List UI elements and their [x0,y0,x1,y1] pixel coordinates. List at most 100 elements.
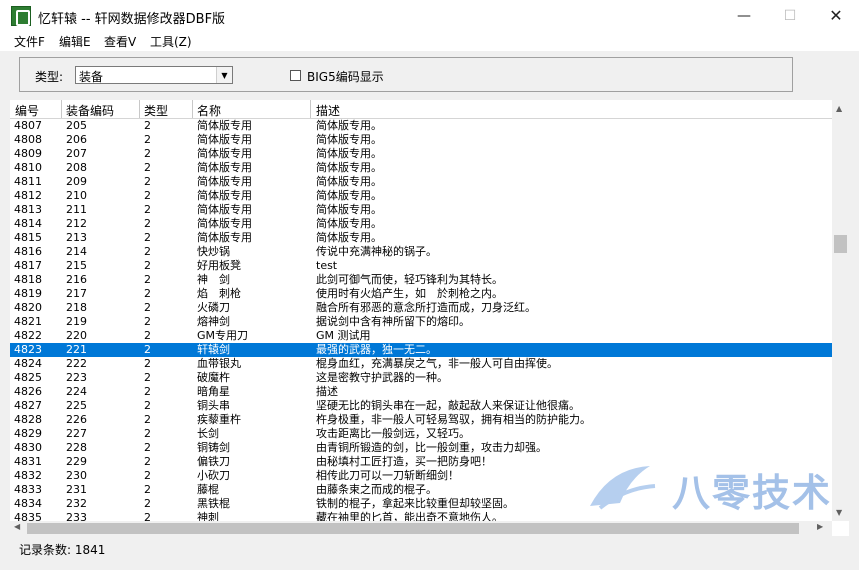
table-row[interactable]: 4815 213 2 简体版专用 简体版专用。 [10,231,832,245]
row-name: 暗角星 [197,385,230,398]
row-equip-code: 229 [66,455,87,468]
table-row[interactable]: 4811 209 2 简体版专用 简体版专用。 [10,175,832,189]
column-header-description[interactable]: 描述 [316,102,340,119]
vertical-scroll-thumb[interactable] [834,235,847,253]
row-equip-code: 214 [66,245,87,258]
column-header-type[interactable]: 类型 [144,102,168,119]
column-divider[interactable] [61,100,62,118]
row-description: test [316,259,338,272]
table-row[interactable]: 4808 206 2 简体版专用 简体版专用。 [10,133,832,147]
table-row[interactable]: 4822 220 2 GM专用刀 GM 测试用 [10,329,832,343]
table-row[interactable]: 4828 226 2 疾藜重杵 杵身极重，非一般人可轻易驾驭，拥有相当的防护能力。 [10,413,832,427]
menu-tools[interactable]: 工具(Z) [150,33,192,50]
row-name: 神 剑 [197,273,230,286]
table-row[interactable]: 4810 208 2 简体版专用 简体版专用。 [10,161,832,175]
minimize-icon: — [737,7,751,24]
row-equip-code: 210 [66,189,87,202]
table-row[interactable]: 4827 225 2 铜头串 坚硬无比的铜头串在一起，敲起敌人来保证让他很痛。 [10,399,832,413]
row-name: 铜铸剑 [197,441,230,454]
row-description: 简体版专用。 [316,133,382,146]
scroll-down-icon[interactable]: ▼ [836,508,842,517]
menu-file[interactable]: 文件F [14,33,45,50]
scroll-up-icon[interactable]: ▲ [836,104,842,113]
record-count-status: 记录条数: 1841 [19,543,106,557]
window-title: 忆轩辕 -- 轩网数据修改器DBF版 [38,12,226,27]
menu-view[interactable]: 查看V [104,33,136,50]
row-description: GM 测试用 [316,329,371,342]
row-equip-code: 208 [66,161,87,174]
row-id: 4819 [14,287,42,300]
type-select[interactable]: 装备 ▼ [75,66,233,84]
column-divider[interactable] [310,100,311,118]
row-id: 4813 [14,203,42,216]
chevron-down-icon[interactable]: ▼ [216,67,232,83]
row-id: 4834 [14,497,42,510]
row-equip-code: 220 [66,329,87,342]
row-equip-code: 231 [66,483,87,496]
row-id: 4820 [14,301,42,314]
menu-bar: 文件F 编辑E 查看V 工具(Z) [0,31,859,51]
menu-edit[interactable]: 编辑E [59,33,91,50]
table-row[interactable]: 4820 218 2 火磷刀 融合所有邪恶的意念所打造而成，刀身泛红。 [10,301,832,315]
maximize-button[interactable]: ☐ [767,0,813,31]
table-row[interactable]: 4826 224 2 暗角星 描述 [10,385,832,399]
scroll-right-icon[interactable]: ▶ [817,522,823,531]
table-row[interactable]: 4824 222 2 血带银丸 棍身血红，充满暴戾之气，非一般人可自由挥使。 [10,357,832,371]
big5-checkbox-label[interactable]: BIG5编码显示 [307,68,384,85]
row-equip-code: 215 [66,259,87,272]
grid-header: 编号 装备编码 类型 名称 描述 [10,100,832,119]
column-header-name[interactable]: 名称 [197,102,221,119]
column-header-id[interactable]: 编号 [15,102,39,119]
row-type: 2 [144,133,151,146]
table-row[interactable]: 4807 205 2 简体版专用 简体版专用。 [10,119,832,133]
close-button[interactable]: ✕ [813,0,859,31]
row-name: 偏铁刀 [197,455,230,468]
table-row[interactable]: 4812 210 2 简体版专用 简体版专用。 [10,189,832,203]
row-equip-code: 227 [66,427,87,440]
row-type: 2 [144,287,151,300]
table-row[interactable]: 4819 217 2 焰 刺枪 使用时有火焰产生，如 於刺枪之内。 [10,287,832,301]
row-name: 火磷刀 [197,301,230,314]
table-row[interactable]: 4823 221 2 轩辕剑 最强的武器，独一无二。 [10,343,832,357]
table-row[interactable]: 4813 211 2 简体版专用 简体版专用。 [10,203,832,217]
minimize-button[interactable]: — [721,0,767,31]
table-row[interactable]: 4821 219 2 熔神剑 据说剑中含有神所留下的熔印。 [10,315,832,329]
row-id: 4818 [14,273,42,286]
row-equip-code: 219 [66,315,87,328]
row-description: 杵身极重，非一般人可轻易驾驭，拥有相当的防护能力。 [316,413,591,426]
column-divider[interactable] [192,100,193,118]
row-equip-code: 205 [66,119,87,132]
vertical-scrollbar[interactable] [832,100,849,521]
row-id: 4823 [14,343,42,356]
table-row[interactable]: 4809 207 2 简体版专用 简体版专用。 [10,147,832,161]
row-name: 小砍刀 [197,469,230,482]
row-id: 4826 [14,385,42,398]
scroll-left-icon[interactable]: ◀ [14,522,20,531]
row-id: 4821 [14,315,42,328]
type-label: 类型: [35,70,64,84]
row-description: 简体版专用。 [316,189,382,202]
row-type: 2 [144,329,151,342]
big5-checkbox[interactable] [290,70,301,81]
row-type: 2 [144,455,151,468]
row-type: 2 [144,427,151,440]
row-id: 4828 [14,413,42,426]
row-description: 简体版专用。 [316,147,382,160]
row-type: 2 [144,357,151,370]
column-divider[interactable] [139,100,140,118]
row-equip-code: 222 [66,357,87,370]
table-row[interactable]: 4814 212 2 简体版专用 简体版专用。 [10,217,832,231]
horizontal-scroll-thumb[interactable] [27,523,799,534]
table-row[interactable]: 4818 216 2 神 剑 此剑可御气而使，轻巧锋利为其特长。 [10,273,832,287]
table-row[interactable]: 4830 228 2 铜铸剑 由青铜所锻造的剑，比一般剑重，攻击力却强。 [10,441,832,455]
column-header-equip-code[interactable]: 装备编码 [66,102,114,119]
table-row[interactable]: 4829 227 2 长剑 攻击距离比一般剑远，又轻巧。 [10,427,832,441]
table-row[interactable]: 4817 215 2 好用板凳 test [10,259,832,273]
row-type: 2 [144,371,151,384]
row-id: 4811 [14,175,42,188]
table-row[interactable]: 4816 214 2 快炒锅 传说中充满神秘的锅子。 [10,245,832,259]
row-name: 黑铁棍 [197,497,230,510]
row-description: 简体版专用。 [316,217,382,230]
table-row[interactable]: 4825 223 2 破魔杵 这是密教守护武器的一种。 [10,371,832,385]
row-equip-code: 232 [66,497,87,510]
